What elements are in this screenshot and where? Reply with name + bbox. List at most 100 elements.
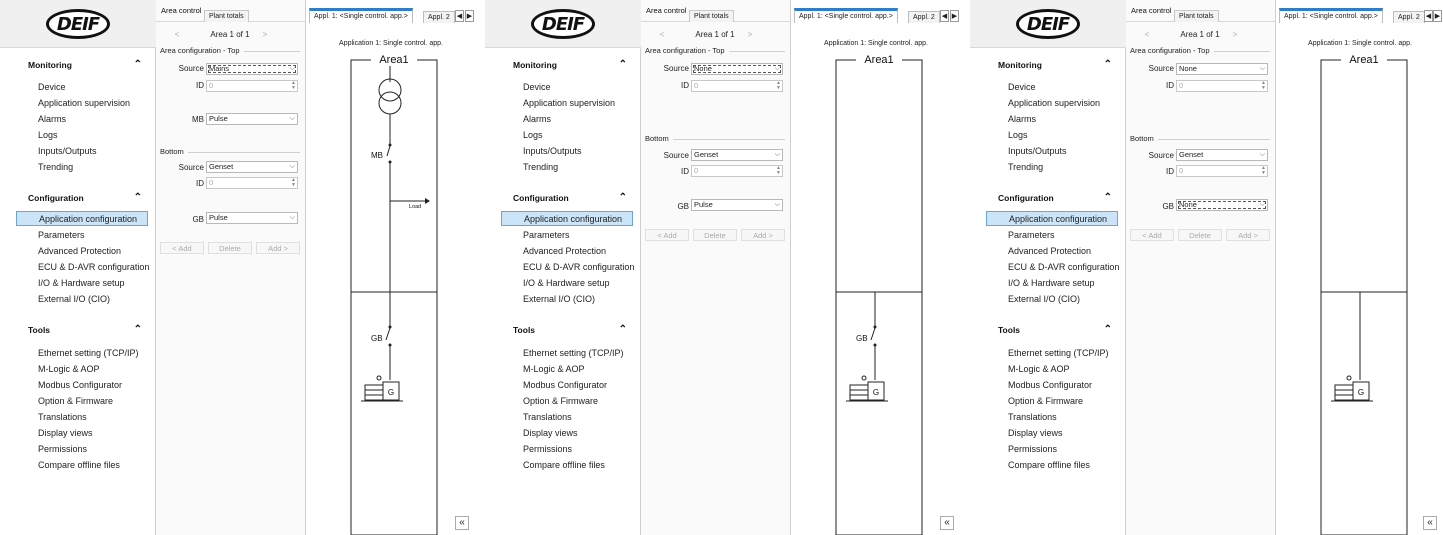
collapse-chevron-icon[interactable]: ⌃ [619,192,627,203]
nav-option-firmware[interactable]: Option & Firmware [16,394,148,409]
tab-area-control[interactable]: Area control [1131,1,1171,21]
spinner-icon[interactable]: ▲ ▼ [776,81,781,91]
bottom-id-input[interactable]: 0 ▲ ▼ [1176,165,1268,177]
nav-logs[interactable]: Logs [501,128,633,143]
nav-mlogic[interactable]: M-Logic & AOP [986,362,1118,377]
add-left-button[interactable]: < Add [645,229,689,241]
nav-translations[interactable]: Translations [16,410,148,425]
nav-io-hardware[interactable]: I/O & Hardware setup [501,276,633,291]
nav-inputs-outputs[interactable]: Inputs/Outputs [986,144,1118,159]
tab-plant-totals[interactable]: Plant totals [204,10,249,22]
add-left-button[interactable]: < Add [160,242,204,254]
nav-advanced-protection[interactable]: Advanced Protection [16,244,148,259]
nav-external-io[interactable]: External I/O (CIO) [986,292,1118,307]
nav-external-io[interactable]: External I/O (CIO) [16,292,148,307]
tools-heading[interactable]: Tools ⌃ [998,324,1116,335]
bottom-source-select[interactable]: Genset ⌵ [206,161,298,173]
nav-advanced-protection[interactable]: Advanced Protection [986,244,1118,259]
nav-inputs-outputs[interactable]: Inputs/Outputs [501,144,633,159]
nav-compare-offline[interactable]: Compare offline files [501,458,633,473]
nav-io-hardware[interactable]: I/O & Hardware setup [16,276,148,291]
nav-ecu-davr[interactable]: ECU & D-AVR configuration [986,260,1119,275]
nav-external-io[interactable]: External I/O (CIO) [501,292,633,307]
nav-permissions[interactable]: Permissions [16,442,148,457]
configuration-heading[interactable]: Configuration ⌃ [513,192,631,203]
nav-modbus[interactable]: Modbus Configurator [16,378,148,393]
nav-compare-offline[interactable]: Compare offline files [16,458,148,473]
top-source-select[interactable]: Mains ⌵ [206,63,298,75]
bottom-source-select[interactable]: Genset ⌵ [1176,149,1268,161]
spinner-icon[interactable]: ▲ ▼ [776,166,781,176]
nav-ethernet[interactable]: Ethernet setting (TCP/IP) [16,346,148,361]
nav-permissions[interactable]: Permissions [986,442,1118,457]
nav-alarms[interactable]: Alarms [986,112,1118,127]
nav-option-firmware[interactable]: Option & Firmware [501,394,633,409]
collapse-chevron-icon[interactable]: ⌃ [1104,324,1112,335]
add-left-button[interactable]: < Add [1130,229,1174,241]
delete-button[interactable]: Delete [1178,229,1222,241]
nav-compare-offline[interactable]: Compare offline files [986,458,1118,473]
top-source-select[interactable]: None ⌵ [1176,63,1268,75]
nav-logs[interactable]: Logs [16,128,148,143]
monitoring-heading[interactable]: Monitoring ⌃ [28,59,146,70]
collapse-chevron-icon[interactable]: ⌃ [134,324,142,335]
nav-application-configuration[interactable]: Application configuration [986,211,1118,226]
bottom-source-select[interactable]: Genset ⌵ [691,149,783,161]
tab-plant-totals[interactable]: Plant totals [689,10,734,22]
nav-device[interactable]: Device [16,80,148,95]
gb-select[interactable]: Pulse ⌵ [206,212,298,224]
nav-display-views[interactable]: Display views [986,426,1118,441]
pager-next-button[interactable]: > [1226,27,1244,42]
collapse-panel-button[interactable]: « [455,516,469,530]
nav-inputs-outputs[interactable]: Inputs/Outputs [16,144,148,159]
nav-application-supervision[interactable]: Application supervision [986,96,1118,111]
nav-application-configuration[interactable]: Application configuration [501,211,633,226]
nav-application-supervision[interactable]: Application supervision [16,96,148,111]
gb-select[interactable]: Pulse ⌵ [691,199,783,211]
delete-button[interactable]: Delete [693,229,737,241]
nav-application-configuration[interactable]: Application configuration [16,211,148,226]
top-source-select[interactable]: None ⌵ [691,63,783,75]
mb-select[interactable]: Pulse ⌵ [206,113,298,125]
configuration-heading[interactable]: Configuration ⌃ [28,192,146,203]
nav-alarms[interactable]: Alarms [501,112,633,127]
nav-modbus[interactable]: Modbus Configurator [501,378,633,393]
nav-modbus[interactable]: Modbus Configurator [986,378,1118,393]
collapse-chevron-icon[interactable]: ⌃ [619,59,627,70]
nav-display-views[interactable]: Display views [16,426,148,441]
tools-heading[interactable]: Tools ⌃ [28,324,146,335]
nav-permissions[interactable]: Permissions [501,442,633,457]
nav-device[interactable]: Device [986,80,1118,95]
bottom-id-input[interactable]: 0 ▲ ▼ [206,177,298,189]
nav-trending[interactable]: Trending [986,160,1118,175]
top-id-input[interactable]: 0 ▲ ▼ [691,80,783,92]
monitoring-heading[interactable]: Monitoring ⌃ [513,59,631,70]
nav-ethernet[interactable]: Ethernet setting (TCP/IP) [501,346,633,361]
add-right-button[interactable]: Add > [741,229,785,241]
pager-next-button[interactable]: > [256,27,274,42]
delete-button[interactable]: Delete [208,242,252,254]
nav-translations[interactable]: Translations [986,410,1118,425]
collapse-panel-button[interactable]: « [940,516,954,530]
nav-device[interactable]: Device [501,80,633,95]
nav-ecu-davr[interactable]: ECU & D-AVR configuration [16,260,149,275]
collapse-chevron-icon[interactable]: ⌃ [134,192,142,203]
nav-parameters[interactable]: Parameters [986,228,1118,243]
nav-translations[interactable]: Translations [501,410,633,425]
nav-mlogic[interactable]: M-Logic & AOP [501,362,633,377]
collapse-chevron-icon[interactable]: ⌃ [619,324,627,335]
add-right-button[interactable]: Add > [1226,229,1270,241]
nav-parameters[interactable]: Parameters [501,228,633,243]
spinner-icon[interactable]: ▲ ▼ [1261,166,1266,176]
spinner-icon[interactable]: ▲ ▼ [291,178,296,188]
top-id-input[interactable]: 0 ▲ ▼ [1176,80,1268,92]
gb-select[interactable]: None ⌵ [1176,199,1268,211]
add-right-button[interactable]: Add > [256,242,300,254]
tools-heading[interactable]: Tools ⌃ [513,324,631,335]
configuration-heading[interactable]: Configuration ⌃ [998,192,1116,203]
nav-ecu-davr[interactable]: ECU & D-AVR configuration [501,260,634,275]
pager-next-button[interactable]: > [741,27,759,42]
nav-logs[interactable]: Logs [986,128,1118,143]
nav-ethernet[interactable]: Ethernet setting (TCP/IP) [986,346,1118,361]
nav-alarms[interactable]: Alarms [16,112,148,127]
